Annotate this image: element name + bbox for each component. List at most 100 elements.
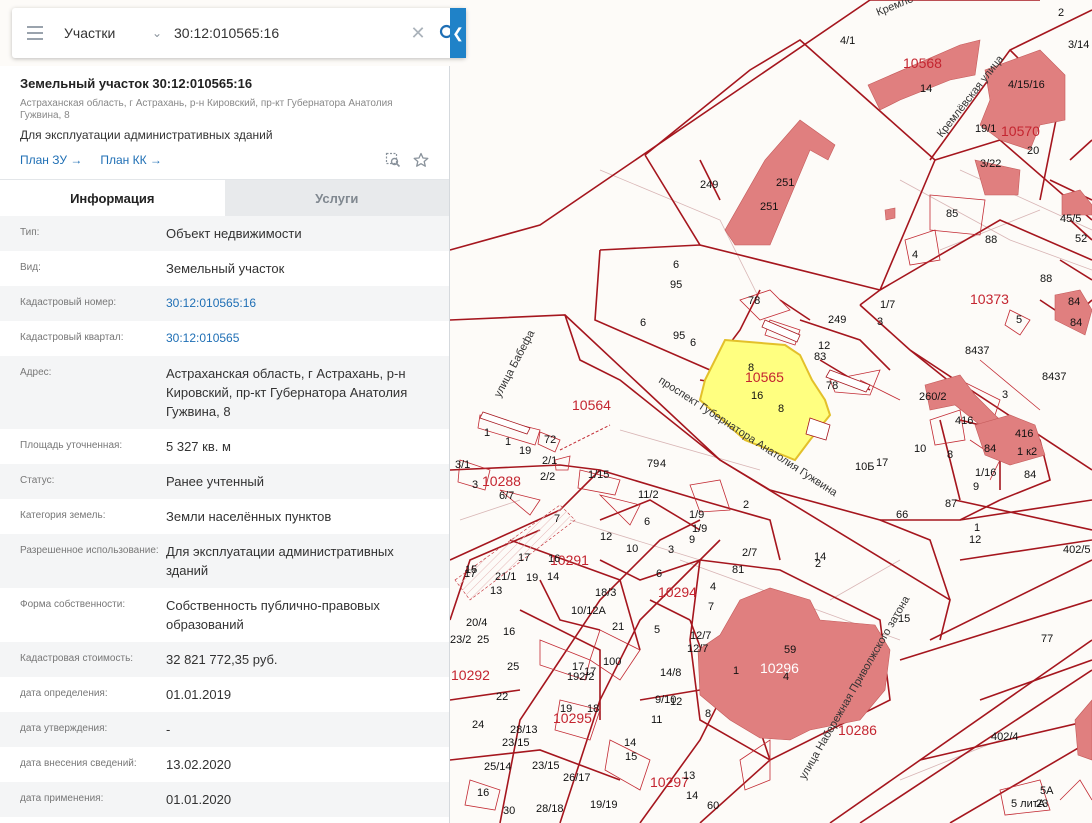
attribute-label: Кадастровая стоимость: — [20, 653, 134, 664]
parcel-number-label: 78 — [826, 380, 838, 392]
parcel-number-label: 17 — [464, 568, 476, 580]
parcel-number-label: 3/14 — [1068, 39, 1089, 51]
menu-icon[interactable] — [12, 8, 58, 58]
attribute-row: Адрес: Астраханская область, г Астрахань,… — [0, 356, 449, 429]
parcel-number-label: 9 — [973, 481, 979, 493]
parcel-number-label: 11 — [651, 714, 662, 726]
parcel-number-label: 416 — [1015, 428, 1033, 440]
attribute-label: Вид: — [20, 262, 41, 273]
attribute-label: Кадастровый номер: — [20, 297, 117, 308]
attribute-row: Разрешенное использование: Для эксплуатац… — [0, 534, 449, 588]
attribute-label: Адрес: — [20, 367, 52, 378]
parcel-number-label: 1 — [974, 522, 980, 534]
parcel-number-label: 8 — [748, 362, 754, 374]
parcel-number-label: 10/12А — [571, 605, 607, 617]
parcel-number-label: 15 — [898, 613, 910, 625]
parcel-number-label: 13 — [683, 770, 695, 782]
tab-services[interactable]: Услуги — [224, 180, 449, 216]
collapse-panel-button[interactable]: ❮ — [450, 8, 466, 58]
attribute-row: Кадастровый квартал: 30:12:010565 — [0, 321, 449, 356]
clear-icon[interactable]: ✕ — [406, 23, 430, 44]
attribute-row: Тип: Объект недвижимости — [0, 216, 449, 251]
parcel-number-label: 17 — [584, 666, 596, 678]
parcel-number-label: 22 — [496, 691, 508, 703]
parcel-number-label: 2/1 — [542, 455, 557, 467]
attribute-value: Собственность публично-правовых образова… — [166, 598, 380, 632]
attribute-row: Площадь уточненная: 5 327 кв. м — [0, 429, 449, 464]
parcel-number-label: 30 — [503, 805, 515, 817]
parcel-number-label: 59 — [784, 644, 796, 656]
parcel-number-label: 2 — [743, 499, 749, 511]
parcel-number-label: 16 — [548, 553, 560, 565]
parcel-number-label: 23/2 — [450, 634, 471, 646]
parcel-number-label: 6/7 — [499, 490, 514, 502]
parcel-number-label: 6 — [673, 259, 679, 271]
attribute-value: 13.02.2020 — [166, 757, 232, 772]
parcel-number-label: 19/19 — [590, 799, 618, 811]
parcel-number-label: 10Б — [855, 461, 874, 473]
parcel-number-label: 3 — [1002, 389, 1008, 401]
attribute-label: Форма собственности: — [20, 599, 126, 610]
attribute-value: Земельный участок — [166, 261, 285, 276]
parcel-number-label: 95 — [670, 279, 682, 291]
plan-zu-link[interactable]: План ЗУ → — [20, 153, 82, 167]
parcel-number-label: 79 — [647, 458, 659, 470]
attribute-label: Категория земель: — [20, 510, 106, 521]
parcel-number-label: 12 — [600, 531, 612, 543]
parcel-number-label: 16 — [477, 787, 489, 799]
attribute-value: Астраханская область, г Астрахань, р-н К… — [166, 366, 408, 419]
parcel-number-label: 12/7 — [690, 630, 711, 642]
attributes-table: Тип: Объект недвижимости Вид: Земельный уча… — [0, 216, 449, 817]
attribute-row: Категория земель: Земли населённых пункто… — [0, 499, 449, 534]
attribute-value: 32 821 772,35 руб. — [166, 652, 278, 667]
parcel-number-label: 66 — [896, 509, 908, 521]
quarter-label: 10288 — [482, 473, 521, 489]
quarter-label: 10296 — [760, 660, 799, 676]
parcel-number-label: 402/4 — [991, 731, 1019, 743]
parcel-number-label: 52 — [1075, 233, 1087, 245]
parcel-number-label: 1/15 — [588, 469, 609, 481]
parcel-number-label: 2 — [1058, 7, 1064, 19]
attribute-row: дата определения: 01.01.2019 — [0, 677, 449, 712]
search-input[interactable] — [168, 13, 406, 53]
attribute-value: Объект недвижимости — [166, 226, 302, 241]
chevron-left-icon: ❮ — [452, 24, 464, 41]
plan-kk-link[interactable]: План КК → — [100, 153, 162, 167]
parcel-number-label: 14 — [920, 83, 932, 95]
parcel-number-label: 5 — [1016, 314, 1022, 326]
attribute-row: дата внесения сведений: 13.02.2020 — [0, 747, 449, 782]
parcel-number-label: 1/16 — [975, 467, 996, 479]
parcel-number-label: 8437 — [965, 345, 989, 357]
quarter-label: 10294 — [658, 584, 697, 600]
panel-tabs: Информация Услуги — [0, 179, 449, 216]
tab-information[interactable]: Информация — [0, 180, 225, 216]
parcel-number-label: 6 — [656, 568, 662, 580]
parcel-number-label: 8437 — [1042, 371, 1066, 383]
parcel-number-label: 1/7 — [880, 299, 895, 311]
parcel-number-label: 8 — [705, 708, 711, 720]
star-icon[interactable] — [413, 152, 429, 168]
zoom-to-object-icon[interactable] — [385, 152, 401, 168]
parcel-number-label: 4 — [660, 458, 666, 470]
quarter-label: 10564 — [572, 397, 611, 413]
attribute-value: 01.01.2019 — [166, 687, 232, 702]
parcel-number-label: 12 — [670, 696, 682, 708]
parcel-number-label: 78 — [748, 295, 760, 307]
attribute-value: Ранее учтенный — [166, 474, 264, 489]
attribute-link[interactable]: 30:12:010565 — [166, 329, 429, 348]
quarter-label: 10570 — [1001, 123, 1040, 139]
parcel-number-label: 95 — [673, 330, 685, 342]
parcel-number-label: 14 — [547, 571, 559, 583]
layer-select-value: Участки — [64, 25, 116, 41]
attribute-link[interactable]: 30:12:010565:16 — [166, 294, 429, 313]
parcel-number-label: 72 — [544, 434, 556, 446]
parcel-number-label: 26/17 — [563, 772, 591, 784]
parcel-number-label: 6 — [640, 317, 646, 329]
parcel-number-label: 17 — [518, 552, 530, 564]
parcel-number-label: 2/7 — [742, 547, 757, 559]
layer-select[interactable]: Участки ⌄ — [58, 25, 168, 41]
attribute-row: дата утверждения: - — [0, 712, 449, 747]
parcel-number-label: 77 — [1041, 633, 1053, 645]
parcel-number-label: 19/1 — [975, 123, 996, 135]
parcel-number-label: 19 — [560, 703, 572, 715]
